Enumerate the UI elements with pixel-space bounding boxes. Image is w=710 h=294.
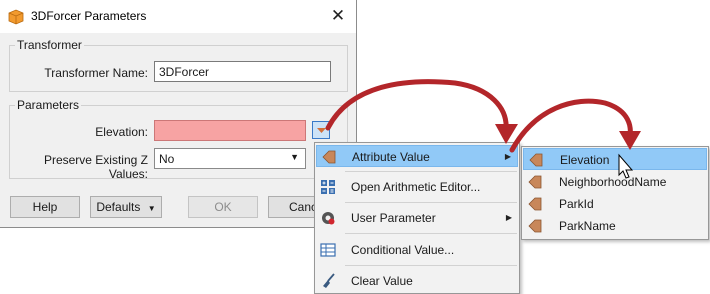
- menu-item-clear-value[interactable]: Clear Value: [316, 270, 518, 292]
- transformer-name-label: Transformer Name:: [44, 66, 148, 80]
- attribute-arrow-icon: [322, 150, 336, 164]
- menu-separator: [345, 171, 517, 172]
- transformer-group-label: Transformer: [15, 38, 84, 52]
- attribute-item-label: NeighborhoodName: [559, 175, 667, 189]
- parameter-menu-button[interactable]: [312, 121, 330, 139]
- parameters-group-label: Parameters: [15, 98, 82, 112]
- chevron-down-icon: ▼: [147, 204, 156, 213]
- attribute-arrow-icon: [528, 197, 542, 211]
- menu-item-attribute-value[interactable]: Attribute Value ▶: [316, 145, 518, 167]
- menu-separator: [345, 233, 517, 234]
- defaults-button[interactable]: Defaults ▼: [90, 196, 162, 218]
- menu-item-label: User Parameter: [351, 211, 436, 225]
- submenu-arrow-icon: ▶: [505, 213, 512, 222]
- menu-item-user-parameter[interactable]: User Parameter ▶: [316, 207, 518, 229]
- attribute-item-label: Elevation: [560, 153, 610, 167]
- attribute-item-label: ParkId: [559, 197, 594, 211]
- menu-item-label: Conditional Value...: [351, 243, 455, 257]
- attribute-arrow-icon: [528, 175, 542, 189]
- arithmetic-editor-icon: [321, 180, 335, 194]
- menu-item-label: Open Arithmetic Editor...: [351, 180, 481, 194]
- menu-item-label: Clear Value: [351, 274, 413, 288]
- dialog-title: 3DForcer Parameters: [31, 9, 147, 23]
- menu-separator: [345, 202, 517, 203]
- preserve-z-value: No: [159, 152, 175, 166]
- fme-app-icon: [8, 9, 24, 25]
- preserve-z-select[interactable]: No ▼: [154, 148, 306, 169]
- menu-item-arithmetic-editor[interactable]: Open Arithmetic Editor...: [316, 176, 518, 198]
- close-icon[interactable]: ✕: [326, 5, 350, 27]
- ok-button[interactable]: OK: [188, 196, 258, 218]
- menu-item-label: Attribute Value: [352, 150, 430, 164]
- help-button[interactable]: Help: [10, 196, 80, 218]
- menu-item-conditional-value[interactable]: Conditional Value...: [316, 239, 518, 261]
- broom-icon: [323, 273, 335, 288]
- attribute-item-parkid[interactable]: ParkId: [523, 193, 707, 215]
- attribute-arrow-icon: [528, 219, 542, 233]
- down-arrow-icon: [317, 128, 326, 133]
- attribute-item-parkname[interactable]: ParkName: [523, 215, 707, 237]
- table-grid-icon: [320, 243, 336, 257]
- attribute-submenu: Elevation NeighborhoodName ParkId ParkNa…: [521, 146, 709, 240]
- chevron-down-icon: ▼: [290, 152, 299, 162]
- menu-separator: [345, 265, 517, 266]
- attribute-item-label: ParkName: [559, 219, 616, 233]
- attribute-item-elevation[interactable]: Elevation: [523, 148, 707, 170]
- user-parameter-gear-icon: [322, 212, 335, 225]
- defaults-button-label: Defaults: [96, 200, 141, 214]
- submenu-arrow-icon: ▶: [504, 152, 511, 161]
- parameter-context-menu: Attribute Value ▶ Open Arithmetic Editor…: [314, 142, 520, 294]
- attribute-arrow-icon: [529, 153, 543, 167]
- dialog-titlebar: 3DForcer Parameters ✕: [0, 0, 356, 33]
- annotation-arrow: [509, 98, 641, 153]
- preserve-z-label: Preserve Existing Z Values:: [43, 153, 148, 181]
- elevation-label: Elevation:: [95, 125, 148, 139]
- parameters-dialog: 3DForcer Parameters ✕ Transformer Transf…: [0, 0, 357, 228]
- elevation-input[interactable]: [154, 120, 306, 141]
- transformer-name-input[interactable]: 3DForcer: [154, 61, 331, 82]
- attribute-item-neighborhoodname[interactable]: NeighborhoodName: [523, 171, 707, 193]
